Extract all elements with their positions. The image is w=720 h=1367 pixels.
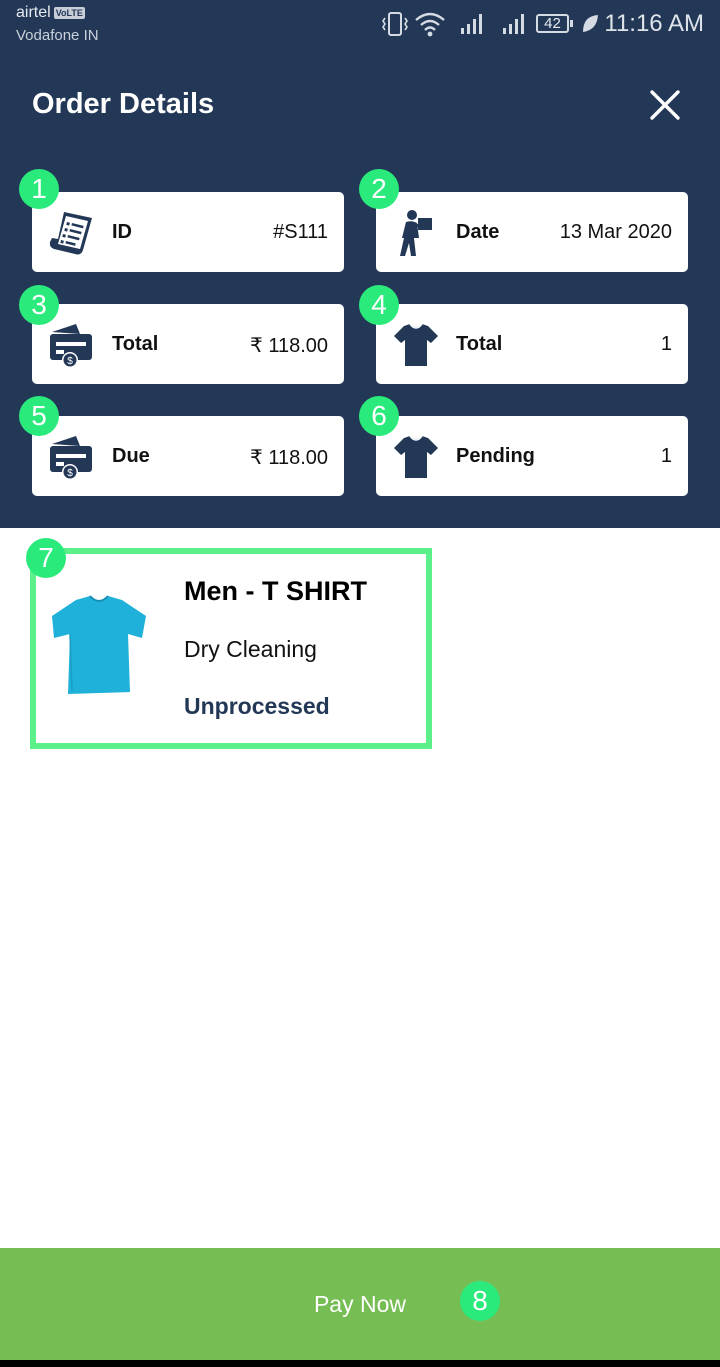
step-badge: 6 (359, 396, 399, 436)
carrier-primary: airtel VoLTE (16, 4, 85, 22)
carrier-secondary: Vodafone IN (16, 27, 99, 44)
payment-card-icon: $ (50, 324, 92, 368)
battery-icon: 42 (536, 10, 576, 38)
pay-now-button[interactable]: Pay Now (0, 1248, 720, 1360)
order-total-items-card: Total 1 (376, 304, 688, 384)
order-header: airtel VoLTE Vodafone IN 42 11:16 AM Ord… (0, 0, 720, 528)
delivery-person-icon (400, 210, 432, 256)
step-badge: 1 (19, 169, 59, 209)
svg-text:$: $ (67, 468, 73, 479)
card-label: Date (456, 221, 500, 243)
order-id-card: ID #S111 (32, 192, 344, 272)
svg-text:$: $ (67, 356, 73, 367)
signal-icon (503, 14, 524, 34)
order-item-card[interactable]: Men - T SHIRT Dry Cleaning Unprocessed (30, 548, 432, 749)
tshirt-icon (394, 435, 438, 478)
close-icon[interactable] (645, 86, 685, 124)
signal-icon (461, 14, 482, 34)
system-nav-bar (0, 1360, 720, 1367)
battery-level: 42 (544, 15, 561, 32)
clock: 11:16 AM (604, 10, 704, 37)
order-date-card: Date 13 Mar 2020 (376, 192, 688, 272)
item-service: Dry Cleaning (184, 636, 317, 662)
payment-card-icon: $ (50, 436, 92, 480)
order-pending-card: Pending 1 (376, 416, 688, 496)
step-badge: 5 (19, 396, 59, 436)
card-value: 1 (660, 445, 672, 467)
pay-now-label: Pay Now (313, 1291, 407, 1317)
receipt-icon (49, 212, 92, 255)
order-total-amount-card: $ Total ₹ 118.00 (32, 304, 344, 384)
carrier-name: airtel (16, 4, 51, 21)
status-bar: airtel VoLTE Vodafone IN 42 11:16 AM (0, 0, 720, 52)
leaf-icon (583, 15, 598, 32)
item-name: Men - T SHIRT (184, 576, 367, 606)
card-label: Pending (456, 445, 535, 467)
card-value: ₹ 118.00 (250, 335, 328, 357)
card-value: ₹ 118.00 (250, 447, 328, 469)
volte-badge: VoLTE (53, 6, 85, 19)
step-badge: 8 (460, 1281, 500, 1321)
step-badge: 2 (359, 169, 399, 209)
order-due-card: $ Due ₹ 118.00 (32, 416, 344, 496)
page-title: Order Details (32, 88, 215, 120)
item-status: Unprocessed (184, 693, 330, 719)
step-badge: 3 (19, 285, 59, 325)
card-value: #S111 (273, 221, 328, 243)
card-label: ID (112, 221, 132, 243)
card-label: Total (112, 333, 159, 355)
card-value: 13 Mar 2020 (559, 221, 672, 243)
card-label: Total (456, 333, 503, 355)
tshirt-image (52, 595, 146, 694)
wifi-icon (415, 12, 445, 37)
card-label: Due (112, 445, 150, 467)
card-value: 1 (660, 333, 672, 355)
vibrate-icon (382, 12, 408, 36)
step-badge: 4 (359, 285, 399, 325)
step-badge: 7 (26, 538, 66, 578)
tshirt-icon (394, 323, 438, 366)
